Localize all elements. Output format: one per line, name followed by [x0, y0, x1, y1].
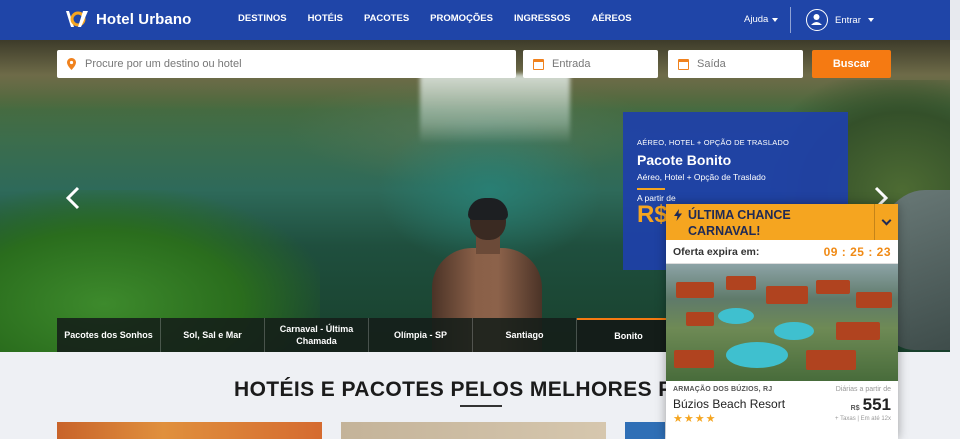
- chevron-left-icon[interactable]: [66, 186, 80, 210]
- product-card-image[interactable]: [341, 422, 606, 439]
- hotel-price: R$ 551: [851, 395, 891, 415]
- nav-aereos[interactable]: AÉREOS: [591, 13, 631, 24]
- destination-placeholder: Procure por um destino ou hotel: [85, 58, 242, 70]
- checkout-field[interactable]: Saída: [668, 50, 803, 78]
- hero-waterfall: [420, 74, 570, 144]
- checkin-field[interactable]: Entrada: [523, 50, 658, 78]
- taxes-note: + Taxas | Em até 12x: [835, 416, 891, 422]
- calendar-icon: [533, 58, 544, 70]
- search-button[interactable]: Buscar: [812, 50, 891, 78]
- promo-subtitle: Aéreo, Hotel + Opção de Traslado: [637, 172, 766, 182]
- timer-label: Oferta expira em:: [673, 245, 760, 258]
- help-menu[interactable]: Ajuda: [744, 14, 779, 25]
- tab-pacotes-dos-sonhos[interactable]: Pacotes dos Sonhos: [57, 318, 161, 352]
- hotel-photo[interactable]: [666, 264, 898, 381]
- brand-name: Hotel Urbano: [96, 10, 192, 28]
- section-underline: [460, 405, 502, 407]
- popup-collapse-button[interactable]: [874, 204, 898, 240]
- nav-hoteis[interactable]: HOTÉIS: [308, 13, 343, 24]
- section-title: HOTÉIS E PACOTES PELOS MELHORES PRE: [234, 378, 703, 401]
- chevron-down-icon: [881, 215, 892, 225]
- countdown-value: 09 : 25 : 23: [823, 244, 891, 259]
- last-chance-popup[interactable]: ÚLTIMA CHANCE CARNAVAL! Oferta expira em…: [666, 204, 898, 439]
- category-tabs: Pacotes dos Sonhos Sol, Sal e Mar Carnav…: [57, 318, 722, 352]
- caret-down-icon: [772, 17, 779, 22]
- calendar-icon: [678, 58, 689, 70]
- top-header: Hotel Urbano DESTINOS HOTÉIS PACOTES PRO…: [0, 0, 960, 40]
- product-card-image[interactable]: [57, 422, 322, 439]
- nav-ingressos[interactable]: INGRESSOS: [514, 13, 571, 24]
- brand-logo[interactable]: Hotel Urbano: [64, 8, 191, 30]
- nav-destinos[interactable]: DESTINOS: [238, 13, 287, 24]
- daily-rate-label: Diárias a partir de: [835, 386, 891, 393]
- promo-title: Pacote Bonito: [637, 152, 732, 168]
- nav-pacotes[interactable]: PACOTES: [364, 13, 409, 24]
- caret-down-icon: [867, 18, 874, 22]
- price-value: 551: [862, 395, 891, 414]
- nav-promocoes[interactable]: PROMOÇÕES: [430, 13, 493, 24]
- offer-timer: Oferta expira em: 09 : 25 : 23: [666, 240, 898, 264]
- main-nav: DESTINOS HOTÉIS PACOTES PROMOÇÕES INGRES…: [238, 13, 653, 24]
- location-pin-icon: [67, 58, 76, 70]
- product-card-image[interactable]: [625, 422, 665, 439]
- header-divider: [790, 7, 791, 33]
- popup-header: ÚLTIMA CHANCE CARNAVAL!: [666, 204, 898, 240]
- lightning-icon: [674, 209, 682, 221]
- currency-label: R$: [850, 405, 860, 412]
- tab-sol-sal-e-mar[interactable]: Sol, Sal e Mar: [161, 318, 265, 352]
- tab-carnaval[interactable]: Carnaval - Última Chamada: [265, 318, 369, 352]
- login-menu[interactable]: Entrar: [806, 9, 874, 31]
- tab-santiago[interactable]: Santiago: [473, 318, 577, 352]
- help-label: Ajuda: [744, 14, 769, 25]
- promo-divider: [637, 188, 665, 190]
- login-label: Entrar: [835, 14, 861, 26]
- promo-kicker: AÉREO, HOTEL + OPÇÃO DE TRASLADO: [637, 138, 790, 147]
- checkin-placeholder: Entrada: [552, 58, 591, 70]
- hotel-info: ARMAÇÃO DOS BÚZIOS, RJ Diárias a partir …: [666, 381, 898, 430]
- destination-search-input[interactable]: Procure por um destino ou hotel: [57, 50, 516, 78]
- user-icon: [806, 9, 828, 31]
- checkout-placeholder: Saída: [697, 58, 726, 70]
- hotel-urbano-logo-icon: [66, 11, 88, 27]
- tab-olimpia[interactable]: Olímpia - SP: [369, 318, 473, 352]
- popup-headline: ÚLTIMA CHANCE CARNAVAL!: [688, 208, 791, 238]
